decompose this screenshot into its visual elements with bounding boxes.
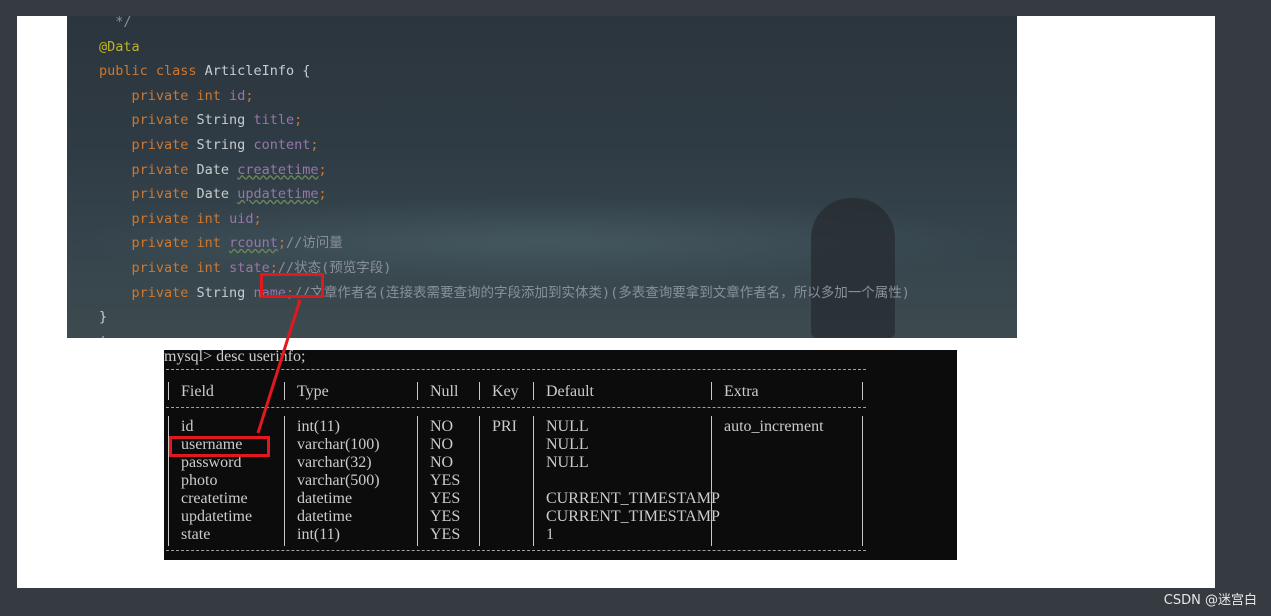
connector-arrow xyxy=(256,299,302,434)
watermark: CSDN @迷宫白 xyxy=(1163,593,1257,608)
connector-line xyxy=(256,299,302,434)
